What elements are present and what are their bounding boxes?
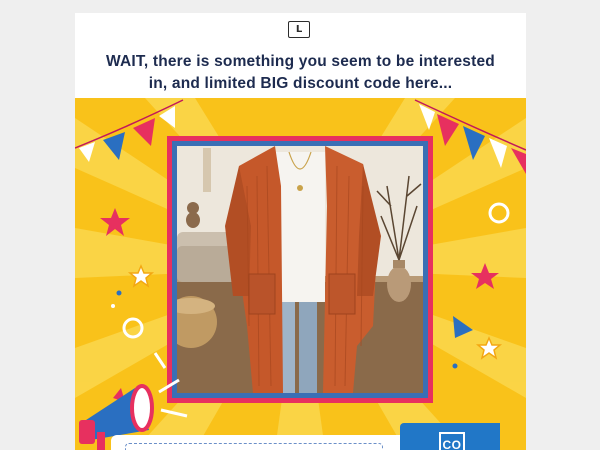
headline: WAIT, there is something you seem to be … [75, 51, 526, 95]
headline-line-1: WAIT, there is something you seem to be … [106, 53, 495, 70]
headline-line-2: in, and limited BIG discount code here..… [148, 75, 453, 92]
product-photo[interactable] [177, 146, 423, 393]
brand-logo[interactable]: L [288, 21, 310, 38]
email-container: L WAIT, there is something you seem to b… [75, 13, 526, 450]
coupon-tab-label: CO [439, 432, 465, 450]
promo-banner[interactable]: CO [75, 98, 526, 450]
brand-logo-letter: L [295, 23, 303, 35]
cardigan-photo-icon [177, 146, 423, 393]
coupon-code-area [125, 443, 383, 450]
coupon-ticket[interactable] [111, 435, 411, 450]
product-photo-frame[interactable] [167, 136, 433, 403]
